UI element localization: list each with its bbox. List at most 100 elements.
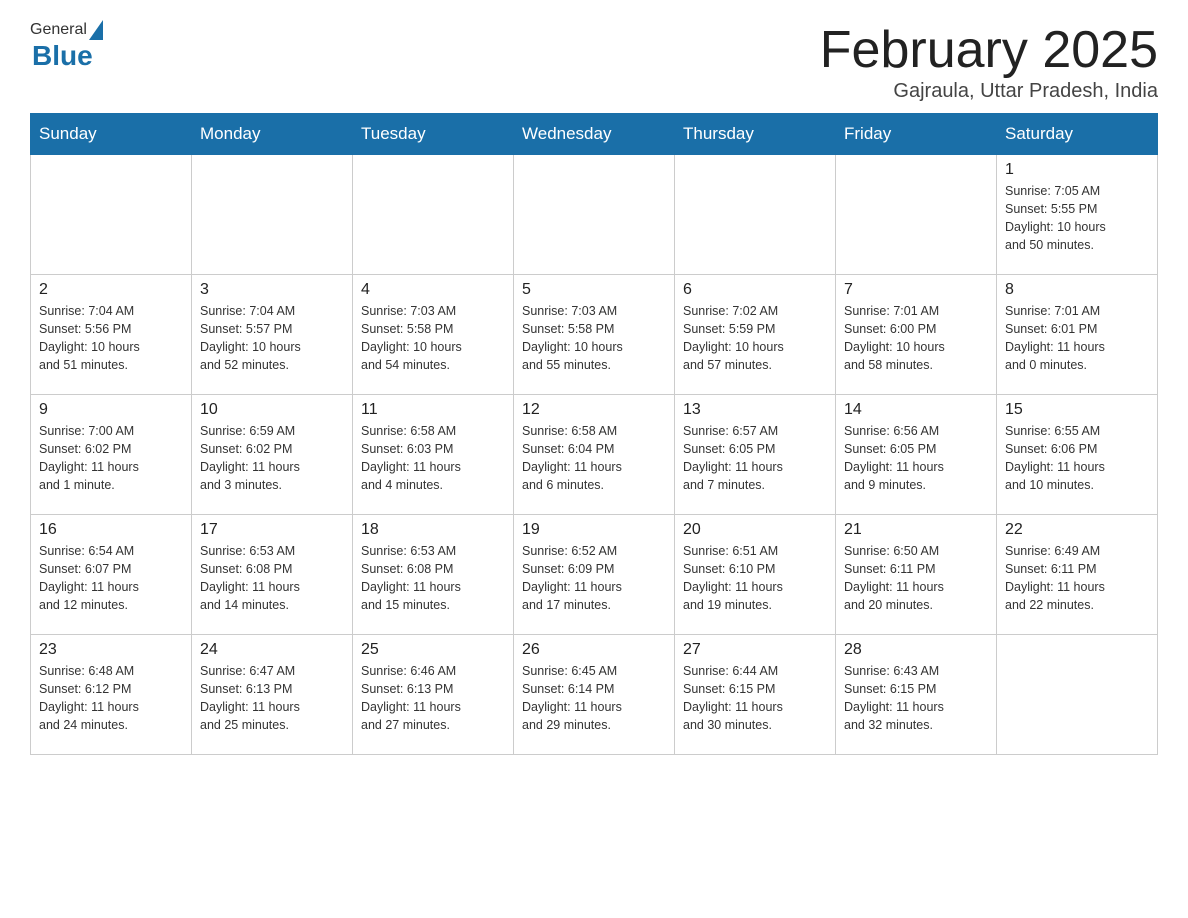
day-info: Sunrise: 6:48 AMSunset: 6:12 PMDaylight:…	[39, 662, 183, 735]
day-number: 4	[361, 281, 505, 299]
calendar-week-row: 1 Sunrise: 7:05 AMSunset: 5:55 PMDaylight…	[31, 155, 1158, 275]
calendar-cell: 25Sunrise: 6:46 AMSunset: 6:13 PMDayligh…	[353, 635, 514, 755]
day-info: Sunrise: 6:50 AMSunset: 6:11 PMDaylight:…	[844, 542, 988, 615]
day-info: Sunrise: 6:54 AMSunset: 6:07 PMDaylight:…	[39, 542, 183, 615]
calendar-cell: 19 Sunrise: 6:52 AMSunset: 6:09 PMDayligh…	[514, 515, 675, 635]
logo-general-text: General	[30, 21, 87, 39]
day-of-week-header: Wednesday	[514, 114, 675, 155]
calendar-cell: 28 Sunrise: 6:43 AMSunset: 6:15 PMDayligh…	[836, 635, 997, 755]
calendar-cell	[353, 155, 514, 275]
calendar-cell	[31, 155, 192, 275]
day-of-week-header: Saturday	[997, 114, 1158, 155]
calendar-cell: 7Sunrise: 7:01 AMSunset: 6:00 PMDaylight…	[836, 275, 997, 395]
day-info: Sunrise: 7:05 AMSunset: 5:55 PMDaylight:…	[1005, 182, 1149, 255]
calendar-cell: 6 Sunrise: 7:02 AMSunset: 5:59 PMDaylight…	[675, 275, 836, 395]
day-info: Sunrise: 6:43 AMSunset: 6:15 PMDaylight:…	[844, 662, 988, 735]
day-number: 6	[683, 281, 827, 299]
calendar-cell	[675, 155, 836, 275]
page-header: General Blue February 2025 Gajraula, Utt…	[30, 20, 1158, 103]
day-info: Sunrise: 7:04 AMSunset: 5:56 PMDaylight:…	[39, 302, 183, 375]
day-number: 1	[1005, 161, 1149, 179]
day-number: 12	[522, 401, 666, 419]
calendar-cell: 21 Sunrise: 6:50 AMSunset: 6:11 PMDayligh…	[836, 515, 997, 635]
day-number: 16	[39, 521, 183, 539]
day-info: Sunrise: 6:53 AMSunset: 6:08 PMDaylight:…	[200, 542, 344, 615]
calendar-cell: 23 Sunrise: 6:48 AMSunset: 6:12 PMDayligh…	[31, 635, 192, 755]
day-info: Sunrise: 6:49 AMSunset: 6:11 PMDaylight:…	[1005, 542, 1149, 615]
day-info: Sunrise: 6:58 AMSunset: 6:04 PMDaylight:…	[522, 422, 666, 495]
title-section: February 2025 Gajraula, Uttar Pradesh, I…	[820, 20, 1158, 103]
day-number: 2	[39, 281, 183, 299]
calendar-cell: 27 Sunrise: 6:44 AMSunset: 6:15 PMDayligh…	[675, 635, 836, 755]
calendar-cell: 8 Sunrise: 7:01 AMSunset: 6:01 PMDaylight…	[997, 275, 1158, 395]
day-info: Sunrise: 6:52 AMSunset: 6:09 PMDaylight:…	[522, 542, 666, 615]
month-title: February 2025	[820, 20, 1158, 80]
logo-blue-text: Blue	[32, 40, 93, 72]
day-info: Sunrise: 6:59 AMSunset: 6:02 PMDaylight:…	[200, 422, 344, 495]
day-number: 27	[683, 641, 827, 659]
day-of-week-header: Sunday	[31, 114, 192, 155]
calendar-week-row: 16 Sunrise: 6:54 AMSunset: 6:07 PMDayligh…	[31, 515, 1158, 635]
day-info: Sunrise: 7:03 AMSunset: 5:58 PMDaylight:…	[522, 302, 666, 375]
day-number: 19	[522, 521, 666, 539]
day-info: Sunrise: 6:55 AMSunset: 6:06 PMDaylight:…	[1005, 422, 1149, 495]
day-number: 26	[522, 641, 666, 659]
calendar-cell: 15Sunrise: 6:55 AMSunset: 6:06 PMDayligh…	[997, 395, 1158, 515]
day-number: 20	[683, 521, 827, 539]
day-number: 3	[200, 281, 344, 299]
day-info: Sunrise: 6:46 AMSunset: 6:13 PMDaylight:…	[361, 662, 505, 735]
calendar-cell: 3 Sunrise: 7:04 AMSunset: 5:57 PMDaylight…	[192, 275, 353, 395]
day-info: Sunrise: 7:03 AMSunset: 5:58 PMDaylight:…	[361, 302, 505, 375]
day-info: Sunrise: 6:45 AMSunset: 6:14 PMDaylight:…	[522, 662, 666, 735]
calendar-cell: 18 Sunrise: 6:53 AMSunset: 6:08 PMDayligh…	[353, 515, 514, 635]
day-of-week-header: Thursday	[675, 114, 836, 155]
day-number: 10	[200, 401, 344, 419]
day-info: Sunrise: 7:00 AMSunset: 6:02 PMDaylight:…	[39, 422, 183, 495]
calendar-cell: 12 Sunrise: 6:58 AMSunset: 6:04 PMDayligh…	[514, 395, 675, 515]
day-number: 24	[200, 641, 344, 659]
calendar-cell: 22 Sunrise: 6:49 AMSunset: 6:11 PMDayligh…	[997, 515, 1158, 635]
calendar-cell: 9 Sunrise: 7:00 AMSunset: 6:02 PMDaylight…	[31, 395, 192, 515]
calendar-cell: 11Sunrise: 6:58 AMSunset: 6:03 PMDayligh…	[353, 395, 514, 515]
day-number: 17	[200, 521, 344, 539]
day-info: Sunrise: 6:44 AMSunset: 6:15 PMDaylight:…	[683, 662, 827, 735]
day-info: Sunrise: 7:02 AMSunset: 5:59 PMDaylight:…	[683, 302, 827, 375]
calendar-week-row: 23 Sunrise: 6:48 AMSunset: 6:12 PMDayligh…	[31, 635, 1158, 755]
calendar-cell: 24 Sunrise: 6:47 AMSunset: 6:13 PMDayligh…	[192, 635, 353, 755]
day-number: 8	[1005, 281, 1149, 299]
day-of-week-header: Monday	[192, 114, 353, 155]
day-info: Sunrise: 6:57 AMSunset: 6:05 PMDaylight:…	[683, 422, 827, 495]
calendar-cell: 10 Sunrise: 6:59 AMSunset: 6:02 PMDayligh…	[192, 395, 353, 515]
calendar-cell: 1 Sunrise: 7:05 AMSunset: 5:55 PMDaylight…	[997, 155, 1158, 275]
day-of-week-header: Tuesday	[353, 114, 514, 155]
day-number: 18	[361, 521, 505, 539]
calendar-week-row: 9 Sunrise: 7:00 AMSunset: 6:02 PMDaylight…	[31, 395, 1158, 515]
calendar-cell: 13 Sunrise: 6:57 AMSunset: 6:05 PMDayligh…	[675, 395, 836, 515]
calendar-cell: 20 Sunrise: 6:51 AMSunset: 6:10 PMDayligh…	[675, 515, 836, 635]
calendar-cell	[514, 155, 675, 275]
day-number: 9	[39, 401, 183, 419]
calendar-cell: 4 Sunrise: 7:03 AMSunset: 5:58 PMDaylight…	[353, 275, 514, 395]
day-info: Sunrise: 7:04 AMSunset: 5:57 PMDaylight:…	[200, 302, 344, 375]
day-number: 22	[1005, 521, 1149, 539]
calendar-header-row: SundayMondayTuesdayWednesdayThursdayFrid…	[31, 114, 1158, 155]
day-number: 13	[683, 401, 827, 419]
day-number: 28	[844, 641, 988, 659]
location-text: Gajraula, Uttar Pradesh, India	[820, 80, 1158, 103]
day-number: 21	[844, 521, 988, 539]
day-number: 14	[844, 401, 988, 419]
day-info: Sunrise: 6:47 AMSunset: 6:13 PMDaylight:…	[200, 662, 344, 735]
day-info: Sunrise: 6:51 AMSunset: 6:10 PMDaylight:…	[683, 542, 827, 615]
calendar-cell: 16 Sunrise: 6:54 AMSunset: 6:07 PMDayligh…	[31, 515, 192, 635]
calendar-cell: 2 Sunrise: 7:04 AMSunset: 5:56 PMDaylight…	[31, 275, 192, 395]
logo-triangle-icon	[89, 20, 103, 40]
calendar-cell: 5 Sunrise: 7:03 AMSunset: 5:58 PMDaylight…	[514, 275, 675, 395]
calendar-cell: 26 Sunrise: 6:45 AMSunset: 6:14 PMDayligh…	[514, 635, 675, 755]
day-info: Sunrise: 7:01 AMSunset: 6:01 PMDaylight:…	[1005, 302, 1149, 375]
calendar-cell	[836, 155, 997, 275]
calendar-table: SundayMondayTuesdayWednesdayThursdayFrid…	[30, 113, 1158, 755]
day-number: 5	[522, 281, 666, 299]
day-info: Sunrise: 6:53 AMSunset: 6:08 PMDaylight:…	[361, 542, 505, 615]
day-info: Sunrise: 6:58 AMSunset: 6:03 PMDaylight:…	[361, 422, 505, 495]
day-number: 23	[39, 641, 183, 659]
